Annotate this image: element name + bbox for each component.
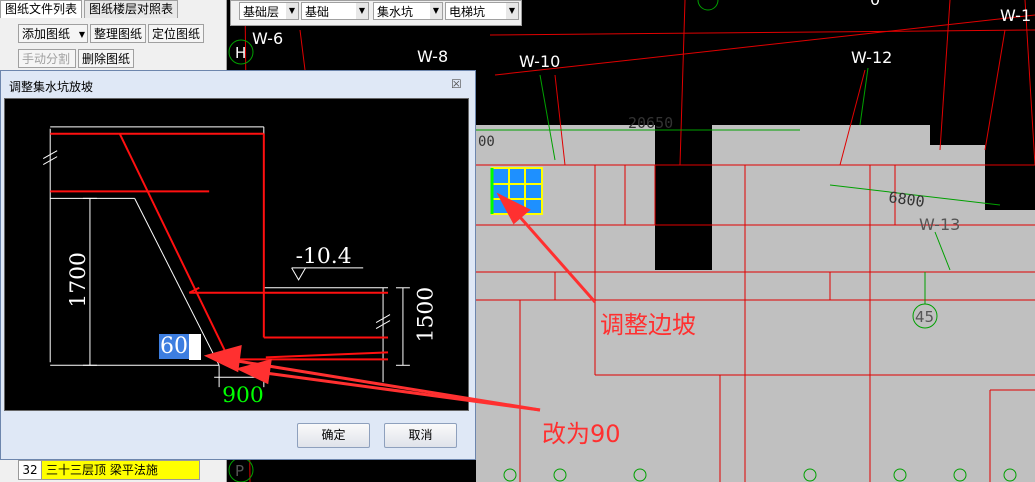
axis-label-45: 45 bbox=[915, 308, 934, 326]
dialog-title: 调整集水坑放坡 bbox=[9, 80, 94, 94]
close-icon[interactable]: ☒ bbox=[451, 77, 462, 91]
drawing-list-row[interactable]: 32 三十三层顶 梁平法施 bbox=[18, 460, 200, 480]
svg-text:0: 0 bbox=[870, 0, 880, 9]
adjust-sump-slope-dialog: 调整集水坑放坡 ☒ -10.4 1700 1500 900 确定 取消 bbox=[0, 70, 476, 460]
manual-split-button[interactable]: 手动分割 bbox=[18, 49, 76, 68]
tab-drawing-file-list[interactable]: 图纸文件列表 bbox=[0, 0, 83, 18]
bottom-width-dimension[interactable]: 900 bbox=[222, 383, 264, 408]
row-number: 32 bbox=[19, 461, 42, 479]
partial-dimension-text: 00 bbox=[478, 134, 495, 150]
ok-button[interactable]: 确定 bbox=[297, 423, 370, 448]
right-height-dimension: 1500 bbox=[414, 287, 439, 343]
element-dropdown[interactable]: 电梯坑 ▼ bbox=[445, 2, 519, 20]
grid-label-w1: W-1 bbox=[1000, 6, 1031, 25]
floor-selector-toolbar: 基础层 ▼ 基础 ▼ 集水坑 ▼ 电梯坑 ▼ bbox=[230, 0, 522, 26]
grid-label-w10: W-10 bbox=[519, 52, 560, 71]
organize-drawing-button[interactable]: 整理图纸 bbox=[90, 24, 146, 43]
elevation-label: -10.4 bbox=[296, 244, 352, 269]
grid-label-w12: W-12 bbox=[851, 48, 892, 67]
add-drawing-button[interactable]: 添加图纸 ▼ bbox=[18, 24, 88, 43]
row-drawing-name: 三十三层顶 梁平法施 bbox=[42, 461, 199, 479]
annotation-adjust-slope: 调整边坡 bbox=[600, 311, 696, 339]
chevron-down-icon: ▼ bbox=[430, 3, 442, 19]
type-dropdown[interactable]: 集水坑 ▼ bbox=[373, 2, 443, 20]
dimension-text-20650: 20650 bbox=[628, 114, 673, 132]
axis-label-p: P bbox=[235, 462, 244, 480]
tab-drawing-floor-mapping[interactable]: 图纸楼层对照表 bbox=[84, 0, 179, 18]
left-height-dimension: 1700 bbox=[66, 252, 91, 308]
chevron-down-icon: ▼ bbox=[506, 3, 518, 19]
category-dropdown[interactable]: 基础 ▼ bbox=[301, 2, 369, 20]
chevron-down-icon: ▼ bbox=[78, 30, 85, 39]
chevron-down-icon: ▼ bbox=[286, 3, 298, 19]
floor-dropdown[interactable]: 基础层 ▼ bbox=[239, 2, 299, 20]
grid-label-w13: W-13 bbox=[919, 215, 960, 234]
delete-drawing-button[interactable]: 删除图纸 bbox=[78, 49, 134, 68]
chevron-down-icon: ▼ bbox=[356, 3, 368, 19]
grid-label-w6: W-6 bbox=[252, 29, 283, 48]
axis-label-h: H bbox=[235, 44, 246, 62]
annotation-change-to-90: 改为90 bbox=[542, 420, 621, 448]
locate-drawing-button[interactable]: 定位图纸 bbox=[148, 24, 204, 43]
slope-diagram: -10.4 1700 1500 900 bbox=[4, 98, 469, 411]
slope-value-input[interactable]: 60 bbox=[159, 334, 201, 360]
grid-label-w8: W-8 bbox=[417, 47, 448, 66]
cancel-button[interactable]: 取消 bbox=[384, 423, 457, 448]
